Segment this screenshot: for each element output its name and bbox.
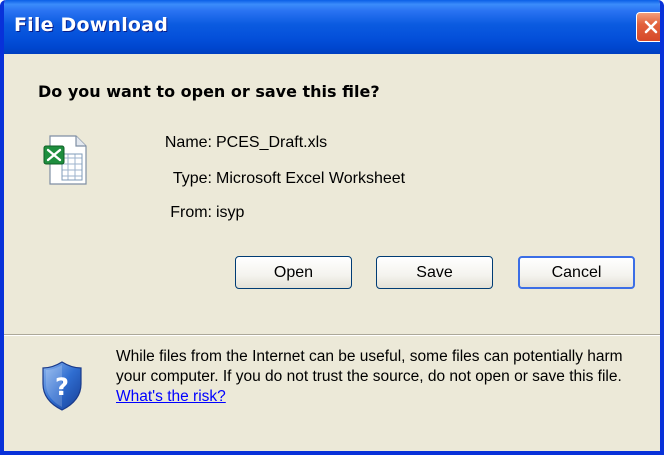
- dialog-question: Do you want to open or save this file?: [38, 82, 380, 101]
- save-button[interactable]: Save: [376, 256, 493, 289]
- close-button[interactable]: [636, 12, 660, 42]
- window-title: File Download: [14, 14, 168, 36]
- open-button[interactable]: Open: [235, 256, 352, 289]
- type-label: Type:: [172, 170, 212, 187]
- file-download-dialog: File Download Do you want to open or sav…: [0, 0, 664, 455]
- title-bar[interactable]: File Download: [4, 0, 660, 54]
- excel-file-icon: [40, 132, 92, 188]
- svg-text:?: ?: [55, 373, 69, 401]
- file-type-value: Microsoft Excel Worksheet: [216, 170, 406, 187]
- from-label: From:: [170, 204, 212, 221]
- warning-text: While files from the Internet can be use…: [116, 348, 623, 385]
- security-shield-icon: ?: [40, 360, 84, 412]
- security-warning: While files from the Internet can be use…: [116, 347, 651, 407]
- dialog-content: Do you want to open or save this file? N…: [4, 54, 660, 451]
- separator: [4, 334, 660, 336]
- file-source-value: isyp: [216, 204, 245, 221]
- name-label: Name:: [164, 134, 212, 151]
- close-icon: [644, 20, 658, 34]
- cancel-button[interactable]: Cancel: [518, 256, 635, 289]
- file-name-value: PCES_Draft.xls: [216, 134, 328, 151]
- whats-the-risk-link[interactable]: What's the risk?: [116, 388, 226, 405]
